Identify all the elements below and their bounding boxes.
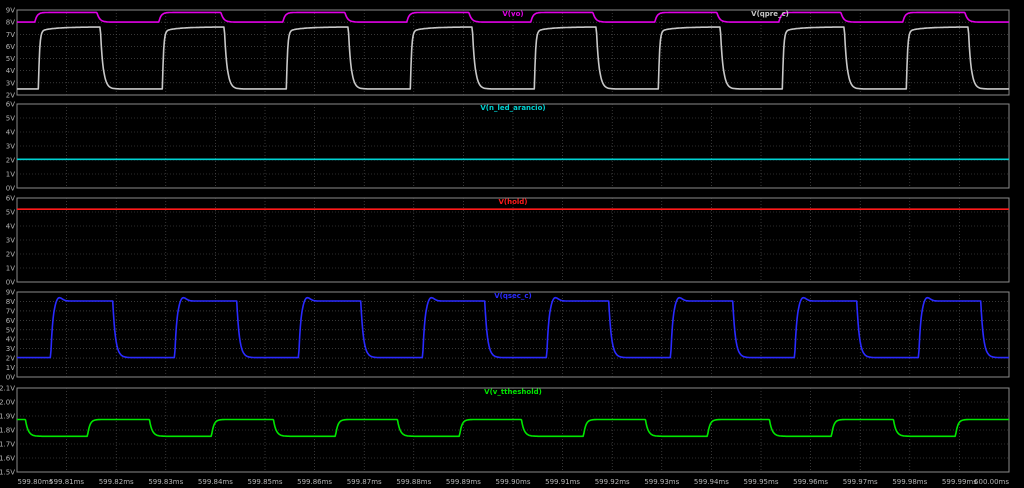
x-tick-label: 599.89ms — [446, 478, 481, 486]
y-tick-label: 5V — [6, 209, 15, 217]
trace-label: V(hold) — [498, 198, 527, 206]
x-tick-label: 599.96ms — [793, 478, 828, 486]
y-tick-label: 3V — [6, 237, 15, 245]
y-tick-label: 6V — [6, 43, 15, 51]
x-tick-label: 599.88ms — [396, 478, 431, 486]
y-tick-label: 1.6V — [0, 455, 15, 463]
x-tick-label: 599.97ms — [843, 478, 878, 486]
x-tick-label: 599.91ms — [545, 478, 580, 486]
x-tick-label: 599.84ms — [198, 478, 233, 486]
y-tick-label: 4V — [6, 67, 15, 75]
y-tick-label: 6V — [6, 195, 15, 203]
pane-1: 2V 3V 4V 5V 6V 7V 8V 9V V(vo) V(qpre_c) — [6, 7, 1010, 100]
waveform-viewer: 2V3V4V5V6V7V8V9V V(vo) V(qpre_c)0V1V2V3V4V… — [0, 7, 1010, 486]
pane-5: 1.5V 1.6V 1.7V 1.8V 1.9V 2.0V 2.1V V(v_ttheshol… — [0, 385, 1010, 477]
y-tick-label: 4V — [6, 223, 15, 231]
y-tick-label: 2V — [6, 157, 15, 165]
y-tick-label: 9V — [6, 7, 15, 15]
x-tick-label: 599.99ms — [942, 478, 977, 486]
pane-3: 0V 1V 2V 3V 4V 5V 6V V(hold) — [6, 195, 1010, 287]
x-tick-label: 599.90ms — [496, 478, 531, 486]
y-tick-label: 3V — [6, 345, 15, 353]
y-tick-label: 0V — [6, 374, 15, 382]
y-tick-label: 3V — [6, 143, 15, 151]
y-tick-label: 1V — [6, 171, 15, 179]
y-tick-label: 2.0V — [0, 399, 15, 407]
y-tick-label: 5V — [6, 115, 15, 123]
y-tick-label: 2V — [6, 92, 15, 100]
y-tick-label: 4V — [6, 336, 15, 344]
x-tick-label: 600.00ms — [974, 478, 1009, 486]
pane-2: 0V 1V 2V 3V 4V 5V 6V V(n_led_arancio) — [6, 101, 1010, 193]
y-tick-label: 3V — [6, 79, 15, 87]
y-tick-label: 0V — [6, 279, 15, 287]
y-tick-label: 2V — [6, 355, 15, 363]
x-tick-label: 599.82ms — [99, 478, 134, 486]
x-tick-label: 599.93ms — [644, 478, 679, 486]
y-tick-label: 2V — [6, 251, 15, 259]
x-tick-label: 599.92ms — [595, 478, 630, 486]
y-tick-label: 1V — [6, 265, 15, 273]
trace-label: V(v_ttheshold) — [484, 388, 542, 396]
trace-label: V(n_led_arancio) — [480, 104, 545, 112]
y-tick-label: 6V — [6, 101, 15, 109]
x-tick-label: 599.94ms — [694, 478, 729, 486]
x-tick-label: 599.98ms — [892, 478, 927, 486]
y-tick-label: 1.5V — [0, 469, 15, 477]
x-tick-label: 599.95ms — [744, 478, 779, 486]
x-tick-label: 599.83ms — [148, 478, 183, 486]
x-tick-label: 599.87ms — [347, 478, 382, 486]
y-tick-label: 8V — [6, 19, 15, 27]
y-tick-label: 0V — [6, 185, 15, 193]
x-tick-label: 599.85ms — [248, 478, 283, 486]
y-tick-label: 1.7V — [0, 441, 15, 449]
y-tick-label: 1.9V — [0, 413, 15, 421]
x-tick-label: 599.81ms — [49, 478, 84, 486]
trace-label: V(qsec_c) — [494, 292, 532, 300]
pane-4: 0V 1V2V 3V4V 5V6V 7V8V9V V(qsec_c) — [6, 289, 1010, 382]
trace-label: V(vo) — [502, 10, 523, 18]
y-tick-label: 5V — [6, 55, 15, 63]
y-tick-label: 7V — [6, 307, 15, 315]
y-tick-label: 1V — [6, 364, 15, 372]
trace-label: V(qpre_c) — [751, 10, 789, 18]
y-tick-label: 4V — [6, 129, 15, 137]
x-tick-label: 599.80ms — [18, 478, 53, 486]
y-tick-label: 9V — [6, 289, 15, 297]
y-tick-label: 8V — [6, 298, 15, 306]
y-tick-label: 6V — [6, 317, 15, 325]
x-tick-label: 599.86ms — [297, 478, 332, 486]
y-tick-label: 7V — [6, 31, 15, 39]
y-tick-label: 5V — [6, 326, 15, 334]
y-tick-label: 1.8V — [0, 427, 15, 435]
y-tick-label: 2.1V — [0, 385, 15, 393]
